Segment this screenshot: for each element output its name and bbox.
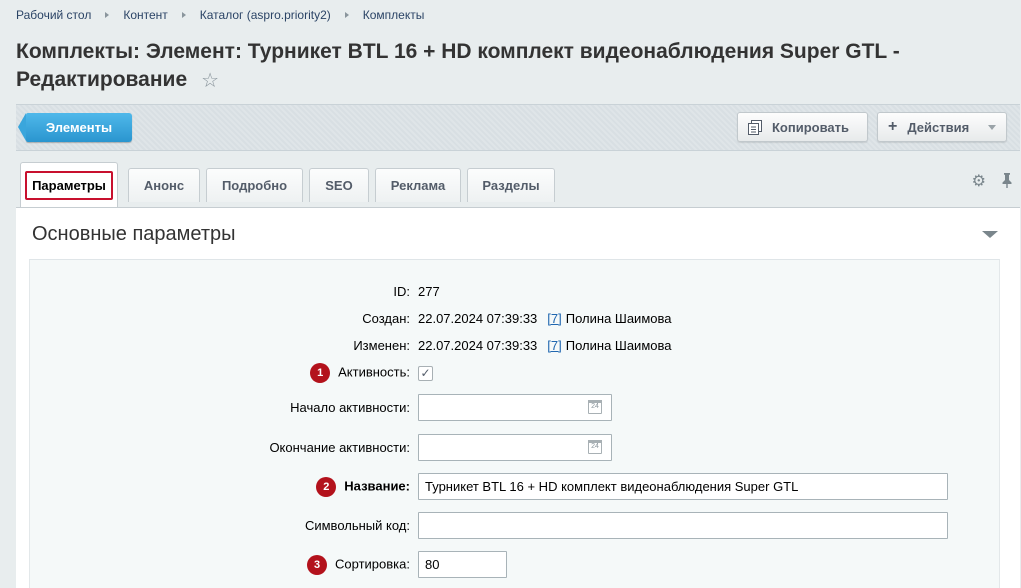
field-row-code: Символьный код:	[30, 512, 1001, 539]
step-badge-1: 1	[310, 363, 331, 383]
field-row-modified: Изменен: 22.07.2024 07:39:33 [7] Полина …	[30, 338, 1001, 353]
gear-icon[interactable]: ⚙	[972, 174, 986, 190]
active-from-wrapper: 24	[418, 394, 612, 421]
tab-parameters-label: Параметры	[25, 171, 113, 200]
modified-user-name: Полина Шаимова	[565, 338, 672, 353]
id-value: 277	[418, 284, 440, 299]
chevron-down-icon	[988, 125, 996, 130]
modified-date: 22.07.2024 07:39:33	[418, 338, 538, 353]
field-row-id: ID: 277	[30, 284, 1001, 299]
page-title-text: Комплекты: Элемент: Турникет BTL 16 + HD…	[16, 40, 900, 91]
step-badge-2: 2	[316, 476, 337, 497]
page-title: Комплекты: Элемент: Турникет BTL 16 + HD…	[16, 38, 1006, 95]
active-from-input[interactable]	[418, 394, 612, 421]
tab-bar: Параметры Анонс Подробно SEO Реклама Раз…	[16, 162, 1020, 208]
field-row-created: Создан: 22.07.2024 07:39:33 [7] Полина Ш…	[30, 311, 1001, 326]
copy-icon	[748, 119, 762, 135]
elements-button-label: Элементы	[45, 120, 113, 135]
name-label: Название:	[344, 477, 410, 493]
tab-sections[interactable]: Разделы	[467, 168, 555, 202]
sort-input[interactable]	[418, 551, 507, 578]
star-icon[interactable]: ☆	[201, 67, 219, 95]
actions-button[interactable]: + Действия	[877, 112, 1007, 142]
collapse-toggle-icon[interactable]	[982, 231, 998, 238]
checkmark-icon: ✓	[420, 366, 431, 380]
tab-advertising[interactable]: Реклама	[375, 168, 461, 202]
field-row-sort: 3 Сортировка:	[30, 551, 1001, 578]
breadcrumb: Рабочий стол Контент Каталог (aspro.prio…	[16, 8, 424, 22]
id-label: ID:	[393, 284, 410, 299]
active-to-label: Окончание активности:	[269, 440, 410, 455]
tab-tools: ⚙	[972, 172, 1012, 192]
section-title: Основные параметры	[32, 223, 236, 245]
main-panel: Основные параметры ID: 277 Создан: 22.07…	[16, 207, 1020, 588]
active-to-input[interactable]	[418, 434, 612, 461]
modified-label: Изменен:	[353, 338, 410, 353]
field-row-active: 1 Активность: ✓	[30, 363, 1001, 383]
form-area: ID: 277 Создан: 22.07.2024 07:39:33 [7] …	[29, 259, 1000, 588]
tab-sections-label: Разделы	[482, 178, 540, 193]
toolbar: Элементы Копировать + Действия	[16, 104, 1020, 151]
actions-button-label: Действия	[907, 119, 970, 135]
sort-label: Сортировка:	[335, 555, 410, 571]
tab-details-label: Подробно	[221, 178, 288, 193]
breadcrumb-desktop[interactable]: Рабочий стол	[16, 8, 91, 22]
name-input[interactable]	[418, 473, 948, 500]
tab-announce[interactable]: Анонс	[128, 168, 200, 202]
calendar-icon[interactable]: 24	[588, 440, 602, 454]
active-from-label: Начало активности:	[290, 400, 410, 415]
active-label-cell: 1 Активность:	[30, 363, 418, 383]
code-label: Символьный код:	[304, 518, 410, 533]
field-row-active-from: Начало активности: 24	[30, 394, 1001, 421]
sort-label-cell: 3 Сортировка:	[30, 554, 418, 575]
step-badge-3: 3	[307, 554, 328, 575]
elements-back-button[interactable]: Элементы	[18, 113, 132, 142]
tab-seo-label: SEO	[325, 178, 353, 193]
tab-announce-label: Анонс	[143, 178, 185, 193]
active-checkbox[interactable]: ✓	[418, 365, 433, 381]
code-input[interactable]	[418, 512, 948, 539]
breadcrumb-separator-icon	[181, 12, 186, 18]
active-to-wrapper: 24	[418, 434, 612, 461]
breadcrumb-separator-icon	[344, 12, 349, 18]
tab-advertising-label: Реклама	[390, 178, 446, 193]
field-row-active-to: Окончание активности: 24	[30, 434, 1001, 461]
created-label: Создан:	[362, 311, 410, 326]
tab-details[interactable]: Подробно	[206, 168, 303, 202]
created-user-name: Полина Шаимова	[565, 311, 672, 326]
active-label: Активность:	[338, 364, 410, 380]
copy-button-label: Копировать	[772, 119, 850, 135]
breadcrumb-content[interactable]: Контент	[123, 8, 167, 22]
name-label-cell: 2 Название:	[30, 476, 418, 497]
modified-user-id-link[interactable]: [7]	[547, 338, 561, 353]
breadcrumb-separator-icon	[105, 12, 110, 18]
breadcrumb-catalog[interactable]: Каталог (aspro.priority2)	[200, 8, 331, 22]
created-date: 22.07.2024 07:39:33	[418, 311, 538, 326]
plus-icon: +	[888, 118, 898, 135]
calendar-icon[interactable]: 24	[588, 400, 602, 414]
tab-parameters[interactable]: Параметры	[20, 162, 118, 208]
field-row-name: 2 Название:	[30, 473, 1001, 500]
copy-button[interactable]: Копировать	[737, 112, 868, 142]
pin-icon[interactable]	[1002, 172, 1012, 192]
created-user-id-link[interactable]: [7]	[547, 311, 561, 326]
breadcrumb-kits[interactable]: Комплекты	[363, 8, 425, 22]
tab-seo[interactable]: SEO	[309, 168, 369, 202]
